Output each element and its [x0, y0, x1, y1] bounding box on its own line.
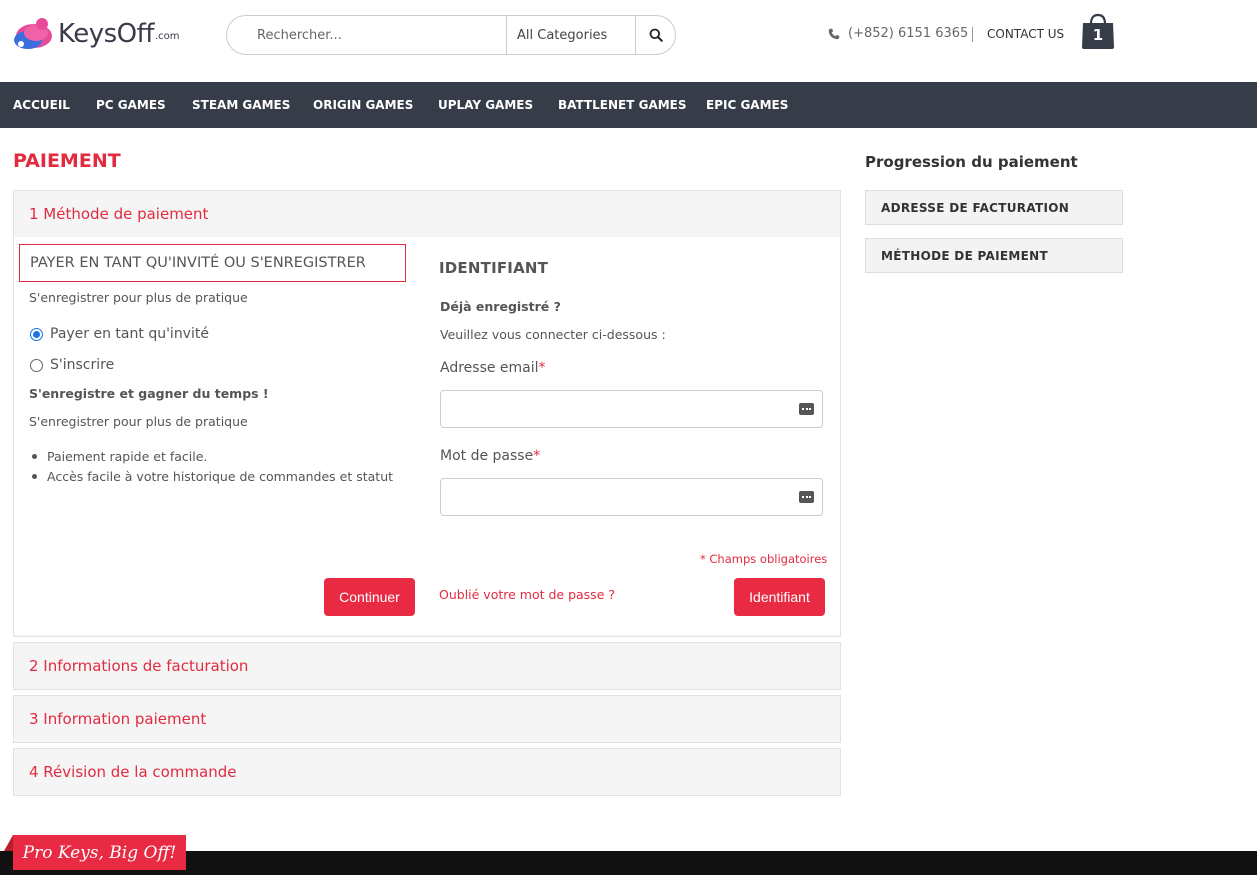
required-marker: *	[533, 448, 541, 464]
required-marker: *	[538, 360, 546, 376]
contact-us-link[interactable]: CONTACT US	[987, 27, 1064, 41]
required-fields-note: * Champs obligatoires	[700, 552, 828, 566]
progress-step-label: MÉTHODE DE PAIEMENT	[881, 248, 1048, 263]
password-label-text: Mot de passe	[440, 448, 534, 464]
password-input[interactable]	[441, 479, 822, 515]
radio-register-label[interactable]: S'inscrire	[50, 357, 114, 373]
checkout-step-payment-info[interactable]: 3 Information paiement	[13, 695, 841, 743]
page-title: PAIEMENT	[13, 150, 121, 172]
phone-contact: (+852) 6151 6365	[828, 26, 968, 41]
cart-button[interactable]: 1	[1080, 12, 1116, 50]
phone-icon	[828, 28, 840, 39]
bullet-dot	[32, 474, 37, 479]
nav-item-pc-games[interactable]: PC GAMES	[96, 98, 166, 112]
category-select[interactable]: All Categories	[506, 16, 635, 54]
section-title: 1 Méthode de paiement	[29, 205, 209, 223]
guest-heading-text: PAYER EN TANT QU'INVITÉ OU S'ENREGISTRER	[30, 255, 366, 271]
email-input[interactable]	[441, 391, 822, 427]
login-instruction: Veuillez vous connecter ci-dessous :	[440, 327, 666, 342]
guest-or-register-heading: PAYER EN TANT QU'INVITÉ OU S'ENREGISTRER	[19, 244, 406, 282]
autofill-icon[interactable]	[799, 403, 814, 415]
nav-item-accueil[interactable]: ACCUEIL	[13, 98, 70, 112]
site-logo[interactable]: KeysOff .com	[12, 16, 180, 52]
progress-step-label: ADRESSE DE FACTURATION	[881, 200, 1070, 215]
site-footer	[0, 851, 1257, 875]
search-icon	[649, 28, 663, 42]
tagline-text: Pro Keys, Big Off!	[22, 842, 177, 863]
main-nav: ACCUEIL PC GAMES STEAM GAMES ORIGIN GAME…	[0, 82, 1257, 128]
sidebar-title: Progression du paiement	[865, 153, 1078, 171]
search-bar: All Categories	[226, 15, 676, 55]
tagline-ribbon-flap	[4, 835, 13, 851]
autofill-icon[interactable]	[799, 491, 814, 503]
radio-register[interactable]	[30, 359, 43, 372]
radio-guest-label[interactable]: Payer en tant qu'invité	[50, 326, 209, 342]
section-header[interactable]: 3 Information paiement	[14, 696, 840, 742]
nav-item-battlenet-games[interactable]: BATTLENET GAMES	[558, 98, 687, 112]
site-header: KeysOff .com All Categories (+852) 6151 …	[0, 0, 1257, 82]
guest-subtitle: S'enregistrer pour plus de pratique	[29, 290, 248, 305]
nav-item-epic-games[interactable]: EPIC GAMES	[706, 98, 788, 112]
section-header[interactable]: 4 Révision de la commande	[14, 749, 840, 795]
email-field[interactable]	[440, 390, 823, 428]
section-body: PAYER EN TANT QU'INVITÉ OU S'ENREGISTRER…	[14, 237, 840, 635]
phone-number: (+852) 6151 6365	[848, 26, 969, 41]
benefit-item: Paiement rapide et facile.	[47, 449, 208, 464]
email-label: Adresse email*	[440, 360, 546, 376]
benefit-subtitle: S'enregistrer pour plus de pratique	[29, 414, 248, 429]
tagline-ribbon: Pro Keys, Big Off!	[13, 835, 186, 870]
search-button[interactable]	[635, 16, 675, 54]
login-heading: IDENTIFIANT	[439, 259, 549, 277]
password-label: Mot de passe*	[440, 448, 540, 464]
header-divider	[972, 27, 973, 42]
nav-item-origin-games[interactable]: ORIGIN GAMES	[313, 98, 413, 112]
nav-item-steam-games[interactable]: STEAM GAMES	[192, 98, 290, 112]
category-select-label: All Categories	[517, 27, 608, 43]
benefit-title: S'enregistre et gagner du temps !	[29, 386, 269, 401]
checkout-step-order-review[interactable]: 4 Révision de la commande	[13, 748, 841, 796]
login-button[interactable]: Identifiant	[734, 578, 825, 616]
section-header[interactable]: 2 Informations de facturation	[14, 643, 840, 689]
nav-item-uplay-games[interactable]: UPLAY GAMES	[438, 98, 533, 112]
search-input[interactable]	[227, 16, 506, 54]
section-title: 4 Révision de la commande	[29, 763, 237, 781]
checkout-step-billing-info[interactable]: 2 Informations de facturation	[13, 642, 841, 690]
forgot-password-link[interactable]: Oublié votre mot de passe ?	[439, 587, 615, 602]
benefit-item: Accès facile à votre historique de comma…	[47, 469, 394, 484]
checkout-step-payment-method: 1 Méthode de paiement PAYER EN TANT QU'I…	[13, 190, 841, 637]
password-field[interactable]	[440, 478, 823, 516]
logo-icon	[14, 18, 52, 49]
section-title: 2 Informations de facturation	[29, 657, 249, 675]
section-header[interactable]: 1 Méthode de paiement	[14, 191, 840, 237]
bullet-dot	[32, 454, 37, 459]
cart-count-badge: 1	[1092, 26, 1104, 44]
already-registered-text: Déjà enregistré ?	[440, 299, 561, 314]
progress-step-payment-method: MÉTHODE DE PAIEMENT	[865, 238, 1123, 273]
logo-suffix: .com	[154, 31, 180, 42]
radio-guest-checkout[interactable]	[30, 328, 43, 341]
email-label-text: Adresse email	[440, 360, 539, 376]
continue-button[interactable]: Continuer	[324, 578, 415, 616]
logo-text: KeysOff	[58, 19, 154, 49]
section-title: 3 Information paiement	[29, 710, 207, 728]
progress-step-billing-address: ADRESSE DE FACTURATION	[865, 190, 1123, 225]
